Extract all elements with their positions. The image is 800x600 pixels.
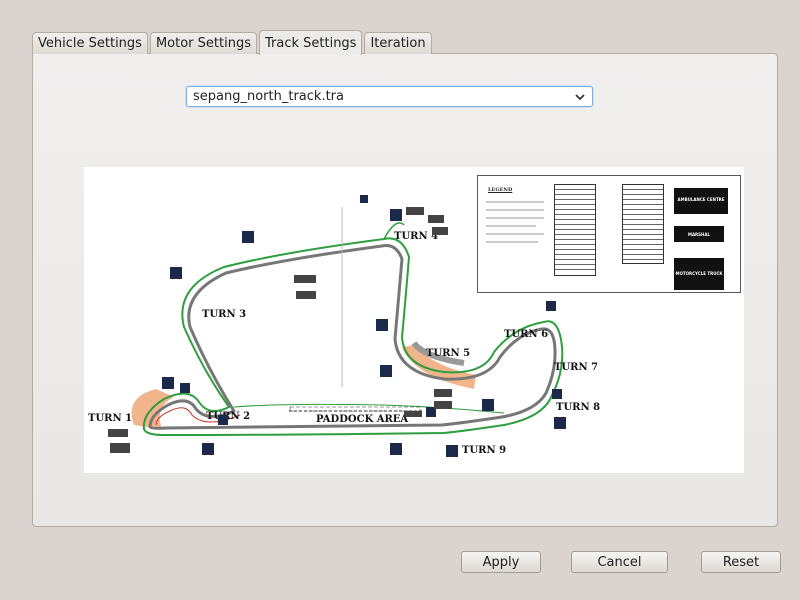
turn-1-label: TURN 1 (88, 413, 132, 424)
legend-table-2 (622, 184, 664, 264)
turn-4-label: TURN 4 (394, 231, 438, 242)
map-legend: LEGEND AMBULANCE CENTRE MARSHAL MOTORCYC… (477, 175, 741, 293)
track-file-select[interactable]: sepang_north_track.tra (186, 86, 593, 107)
chevron-down-icon (575, 93, 585, 100)
turn-6-label: TURN 6 (504, 329, 548, 340)
turn-3-label: TURN 3 (202, 309, 246, 320)
tab-iteration[interactable]: Iteration (364, 32, 432, 54)
turn-2-label: TURN 2 (206, 411, 250, 422)
marshal-icon: MARSHAL (674, 226, 724, 242)
apply-button-label: Apply (482, 554, 520, 570)
legend-text-lines (486, 201, 544, 243)
tab-label: Track Settings (264, 35, 357, 51)
tab-label: Motor Settings (155, 36, 251, 51)
icon-caption: AMBULANCE CENTRE (677, 197, 725, 202)
reset-button-label: Reset (722, 554, 760, 570)
icon-caption: MARSHAL (687, 232, 711, 237)
turn-7-label: TURN 7 (554, 362, 598, 373)
cancel-button-label: Cancel (597, 554, 642, 570)
ambulance-centre-icon: AMBULANCE CENTRE (674, 188, 728, 214)
legend-title: LEGEND (488, 187, 513, 193)
motorcycle-truck-icon: MOTORCYCLE TRUCK (674, 258, 724, 290)
paddock-blocks (289, 406, 421, 412)
track-map-image: PADDOCK AREA TURN 1 TURN 2 TURN 3 TURN 4… (84, 167, 744, 473)
legend-table-1 (554, 184, 596, 276)
tab-motor-settings[interactable]: Motor Settings (149, 32, 257, 54)
tab-track-settings[interactable]: Track Settings (258, 30, 363, 55)
apply-button[interactable]: Apply (461, 551, 541, 573)
tab-bar: Vehicle Settings Motor Settings Track Se… (32, 30, 434, 55)
turn-5-label: TURN 5 (426, 348, 470, 359)
turn-9-label: TURN 9 (462, 445, 506, 456)
tab-label: Iteration (370, 36, 426, 51)
icon-caption: MOTORCYCLE TRUCK (675, 271, 723, 276)
turn-8-label: TURN 8 (556, 402, 600, 413)
tab-vehicle-settings[interactable]: Vehicle Settings (32, 32, 148, 54)
track-file-value: sepang_north_track.tra (193, 89, 344, 104)
tab-label: Vehicle Settings (38, 36, 142, 51)
paddock-label: PADDOCK AREA (316, 414, 408, 425)
cancel-button[interactable]: Cancel (571, 551, 668, 573)
reset-button[interactable]: Reset (701, 551, 781, 573)
